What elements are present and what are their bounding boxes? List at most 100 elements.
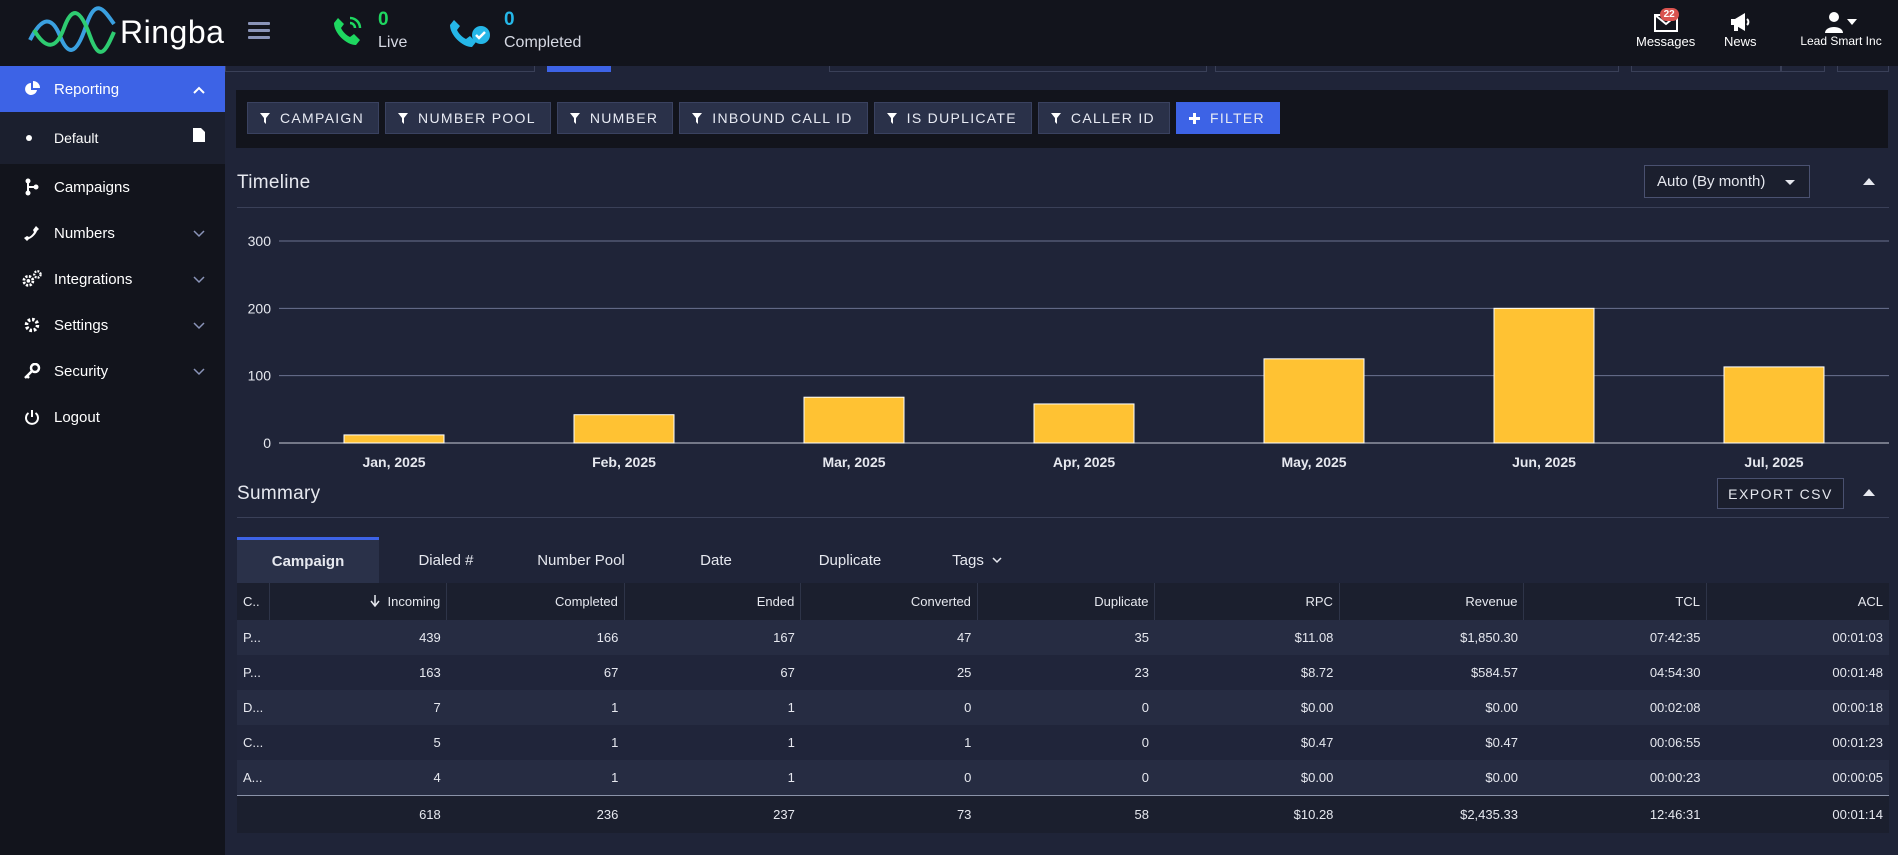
main-content: CAMPAIGN NUMBER POOL NUMBER INBOUND CALL… [225,66,1898,855]
filter-inbound-call-id-button[interactable]: INBOUND CALL ID [679,102,868,134]
completed-calls-stat[interactable]: 0 Completed [450,8,581,54]
cell-revenue: $1,850.30 [1339,620,1524,655]
total-ended: 237 [624,794,801,833]
granularity-select[interactable]: Auto (By month) [1644,165,1810,198]
cell-campaign: P... [237,620,270,655]
y-tick-label: 0 [263,435,271,451]
collapse-timeline-icon[interactable] [1863,178,1875,185]
logo-wave-icon [28,6,116,54]
sidebar-item-security[interactable]: Security [0,348,225,394]
apply-button[interactable] [547,66,611,72]
sidebar-item-campaigns[interactable]: Campaigns [0,164,225,210]
select-input[interactable] [1215,66,1619,72]
cell-completed: 1 [446,760,625,795]
table-row[interactable]: D... 7 1 1 0 0 $0.00 $0.00 00:02:08 00:00:18 [237,690,1889,725]
cell-duplicate: 0 [977,690,1155,725]
control-button[interactable] [1781,66,1825,72]
funnel-icon [569,112,580,124]
sidebar-item-numbers[interactable]: Numbers [0,210,225,256]
control-input[interactable] [1631,66,1781,72]
bar-3 [1033,403,1135,444]
ringba-logo[interactable]: Ringba [28,6,224,58]
messages-button[interactable]: 22 Messages [1636,8,1695,49]
cell-campaign: C... [237,725,270,760]
cell-converted: 47 [800,620,978,655]
search-input[interactable] [829,66,1207,72]
export-csv-button[interactable]: EXPORT CSV [1717,478,1844,509]
granularity-value: Auto (By month) [1657,173,1766,190]
column-header-rpc[interactable]: RPC [1154,583,1340,620]
cell-ended: 167 [624,620,801,655]
sidebar-item-settings[interactable]: Settings [0,302,225,348]
sidebar-item-label: Settings [54,316,109,334]
filter-number-button[interactable]: NUMBER [556,102,674,134]
sort-arrow-down-icon [369,595,380,608]
cell-incoming: 439 [269,620,447,655]
brand-name: Ringba [120,13,225,50]
tab-campaign[interactable]: Campaign [237,537,379,583]
menu-toggle-icon[interactable] [248,22,270,42]
total-incoming: 618 [269,794,447,833]
tab-number-pool[interactable]: Number Pool [513,537,649,583]
cell-acl: 00:01:23 [1706,725,1889,760]
chevron-down-icon [193,363,205,380]
tab-tags[interactable]: Tags [917,537,1037,583]
column-header-completed[interactable]: Completed [446,583,625,620]
column-header-converted[interactable]: Converted [800,583,978,620]
bar-0 [343,434,445,444]
timeline-chart: 0 100 200 300 Jan, 2025 Feb, 2025 Mar, 2025 Apr… [248,233,1889,470]
cell-completed: 67 [446,655,625,690]
add-filter-button[interactable]: FILTER [1175,102,1280,134]
table-row[interactable]: A... 4 1 1 0 0 $0.00 $0.00 00:00:23 00:00:05 [237,760,1889,795]
total-completed: 236 [446,794,625,833]
cell-ended: 67 [624,655,801,690]
column-header-ended[interactable]: Ended [624,583,802,620]
campaigns-icon [22,178,42,196]
filter-label: NUMBER [589,110,659,126]
collapse-summary-icon[interactable] [1863,489,1875,496]
column-header-revenue[interactable]: Revenue [1339,583,1525,620]
megaphone-icon [1731,13,1750,31]
filter-number-pool-button[interactable]: NUMBER POOL [385,102,551,134]
phone-completed-icon [450,20,490,47]
date-range-input[interactable] [225,66,535,72]
plus-icon [1188,112,1200,124]
cell-converted: 25 [800,655,978,690]
account-menu[interactable]: Lead Smart Inc [1796,10,1886,48]
cell-acl: 00:01:03 [1706,620,1889,655]
column-header-incoming[interactable]: Incoming [269,583,448,620]
filter-campaign-button[interactable]: CAMPAIGN [247,102,380,134]
table-row[interactable]: C... 5 1 1 1 0 $0.47 $0.47 00:06:55 00:01:23 [237,725,1889,760]
news-button[interactable]: News [1724,10,1757,49]
table-row[interactable]: P... 163 67 67 25 23 $8.72 $584.57 04:54:30 00:01… [237,655,1889,690]
summary-tabs: Campaign Dialed # Number Pool Date Dupli… [237,537,1889,583]
table-row[interactable]: P... 439 166 167 47 35 $11.08 $1,850.30 07:42:35… [237,620,1889,655]
tab-duplicate[interactable]: Duplicate [783,537,917,583]
filter-caller-id-button[interactable]: CALLER ID [1037,102,1170,134]
user-icon [1825,12,1843,33]
sidebar-item-default[interactable]: Default [0,112,225,164]
cell-converted: 0 [800,760,978,795]
cell-completed: 166 [446,620,625,655]
sidebar-item-label: Default [54,130,99,146]
column-header-campaign[interactable]: C.. [237,583,270,620]
bar-5 [1493,307,1595,444]
column-header-tcl[interactable]: TCL [1523,583,1707,620]
sidebar-item-label: Integrations [54,270,133,288]
tab-date[interactable]: Date [649,537,783,583]
filter-is-duplicate-button[interactable]: IS DUPLICATE [873,102,1032,134]
sidebar-item-reporting[interactable]: Reporting [0,66,225,112]
cell-tcl: 00:02:08 [1523,690,1707,725]
tab-dialed[interactable]: Dialed # [379,537,513,583]
cell-incoming: 5 [269,725,447,760]
column-header-duplicate[interactable]: Duplicate [977,583,1156,620]
filter-label: INBOUND CALL ID [712,110,853,126]
control-button[interactable] [1837,66,1889,72]
completed-count: 0 [504,9,515,30]
sidebar-item-integrations[interactable]: Integrations [0,256,225,302]
column-header-acl[interactable]: ACL [1706,583,1889,620]
cell-converted: 0 [800,690,978,725]
live-calls-stat[interactable]: 0 Live [330,8,407,54]
sidebar-item-logout[interactable]: Logout [0,394,225,440]
sidebar-item-label: Campaigns [54,178,130,196]
